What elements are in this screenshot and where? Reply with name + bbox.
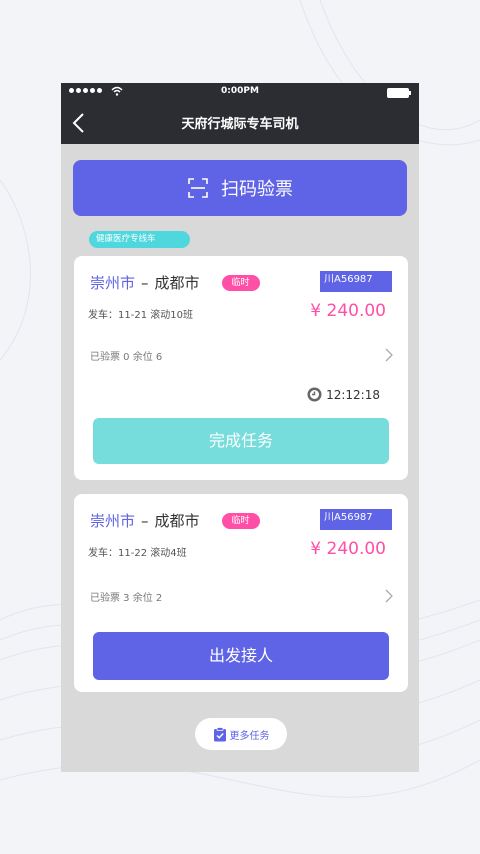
scan-ticket-button[interactable]: 扫码验票 xyxy=(73,160,407,216)
nav-bar: 天府行城际专车司机 xyxy=(61,101,419,144)
origin-city: 崇州市 xyxy=(90,512,136,530)
status-time: 0:00PM xyxy=(221,86,259,96)
battery-icon xyxy=(387,88,411,98)
departure-info: 发车：11-22 滚动4班 xyxy=(88,548,187,559)
trip-card: 崇州市 – 成都市 临时 川A56987 发车：11-21 滚动10班 ¥ 24… xyxy=(74,256,408,480)
timer: 12:12:18 xyxy=(307,387,380,402)
departure-info: 发车：11-21 滚动10班 xyxy=(88,310,193,321)
more-tasks-label: 更多任务 xyxy=(229,730,270,742)
route-dash: – xyxy=(141,511,149,530)
scan-icon xyxy=(188,178,208,198)
trip-card: 崇州市 – 成都市 临时 川A56987 发车：11-22 滚动4班 ¥ 240… xyxy=(74,494,408,692)
more-tasks-button[interactable]: 更多任务 xyxy=(195,718,287,750)
destination-city: 成都市 xyxy=(154,274,200,292)
temporary-badge: 临时 xyxy=(221,274,260,291)
scan-label: 扫码验票 xyxy=(221,179,293,200)
route-line: 崇州市 – 成都市 临时 xyxy=(90,510,260,531)
route-dash: – xyxy=(141,273,149,292)
status-bar: 0:00PM xyxy=(61,83,419,101)
license-plate: 川A56987 xyxy=(320,509,392,530)
ticket-price: ¥ 240.00 xyxy=(310,301,386,321)
temporary-badge: 临时 xyxy=(221,512,260,529)
license-plate: 川A56987 xyxy=(320,271,392,292)
page-title: 天府行城际专车司机 xyxy=(181,117,299,132)
depart-pickup-button[interactable]: 出发接人 xyxy=(93,632,389,680)
route-type-tag: 健康医疗专线车 xyxy=(89,231,190,248)
route-line: 崇州市 – 成都市 临时 xyxy=(90,272,260,293)
chevron-right-icon[interactable] xyxy=(384,588,394,604)
ticket-status: 已验票 3 余位 2 xyxy=(90,593,163,604)
destination-city: 成都市 xyxy=(154,512,200,530)
timer-value: 12:12:18 xyxy=(326,387,380,402)
complete-task-button[interactable]: 完成任务 xyxy=(93,418,389,464)
phone-screen: 0:00PM 天府行城际专车司机 扫码验票 健康医疗专线车 崇州市 – 成都市 … xyxy=(61,83,419,772)
origin-city: 崇州市 xyxy=(90,274,136,292)
clipboard-check-icon xyxy=(213,726,226,741)
ticket-price: ¥ 240.00 xyxy=(310,539,386,559)
chevron-right-icon[interactable] xyxy=(384,347,394,363)
clock-icon xyxy=(307,387,322,402)
ticket-status: 已验票 0 余位 6 xyxy=(90,352,163,363)
